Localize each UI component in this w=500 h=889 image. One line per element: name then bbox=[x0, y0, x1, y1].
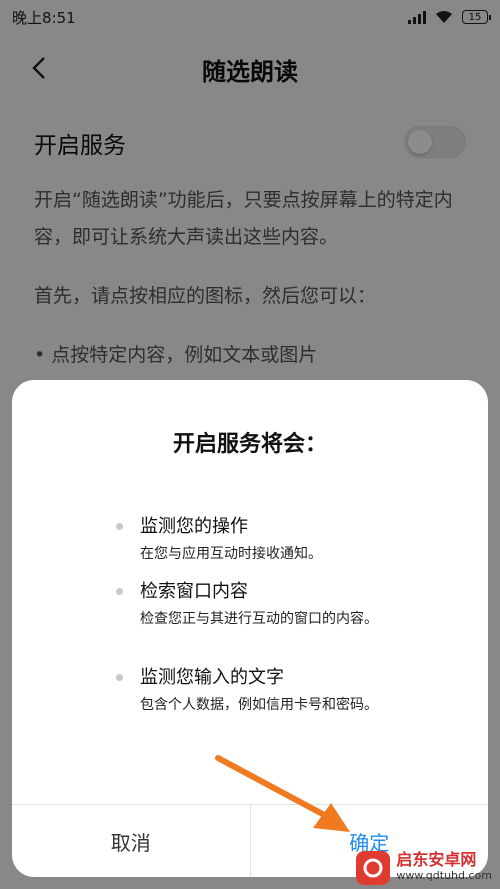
permission-title: 监测您输入的文字 bbox=[140, 667, 284, 688]
permission-title: 监测您的操作 bbox=[140, 516, 248, 537]
bullet-dot bbox=[116, 588, 123, 595]
permission-desc: 在您与应用互动时接收通知。 bbox=[140, 546, 322, 562]
watermark-text: 启东安卓网 www.qdtuhd.com bbox=[396, 852, 492, 884]
permission-item: 监测您输入的文字 包含个人数据，例如信用卡号和密码。 bbox=[116, 666, 436, 717]
permission-title: 检索窗口内容 bbox=[140, 581, 248, 602]
permission-item: 检索窗口内容 检查您正与其进行互动的窗口的内容。 bbox=[116, 580, 436, 631]
watermark: 启东安卓网 www.qdtuhd.com bbox=[356, 851, 492, 885]
permission-item: 监测您的操作 在您与应用互动时接收通知。 bbox=[116, 515, 436, 566]
permission-desc: 检查您正与其进行互动的窗口的内容。 bbox=[140, 611, 378, 627]
watermark-url: www.qdtuhd.com bbox=[396, 869, 492, 882]
bullet-dot bbox=[116, 674, 123, 681]
permission-desc: 包含个人数据，例如信用卡号和密码。 bbox=[140, 697, 378, 713]
bullet-dot bbox=[116, 523, 123, 530]
cancel-button[interactable]: 取消 bbox=[12, 805, 251, 877]
watermark-logo-icon bbox=[356, 851, 391, 885]
watermark-name: 启东安卓网 bbox=[396, 850, 477, 869]
dialog-title: 开启服务将会： bbox=[172, 432, 327, 457]
permission-dialog: 开启服务将会： 监测您的操作 在您与应用互动时接收通知。 检索窗口内容 检查您正… bbox=[12, 380, 488, 877]
